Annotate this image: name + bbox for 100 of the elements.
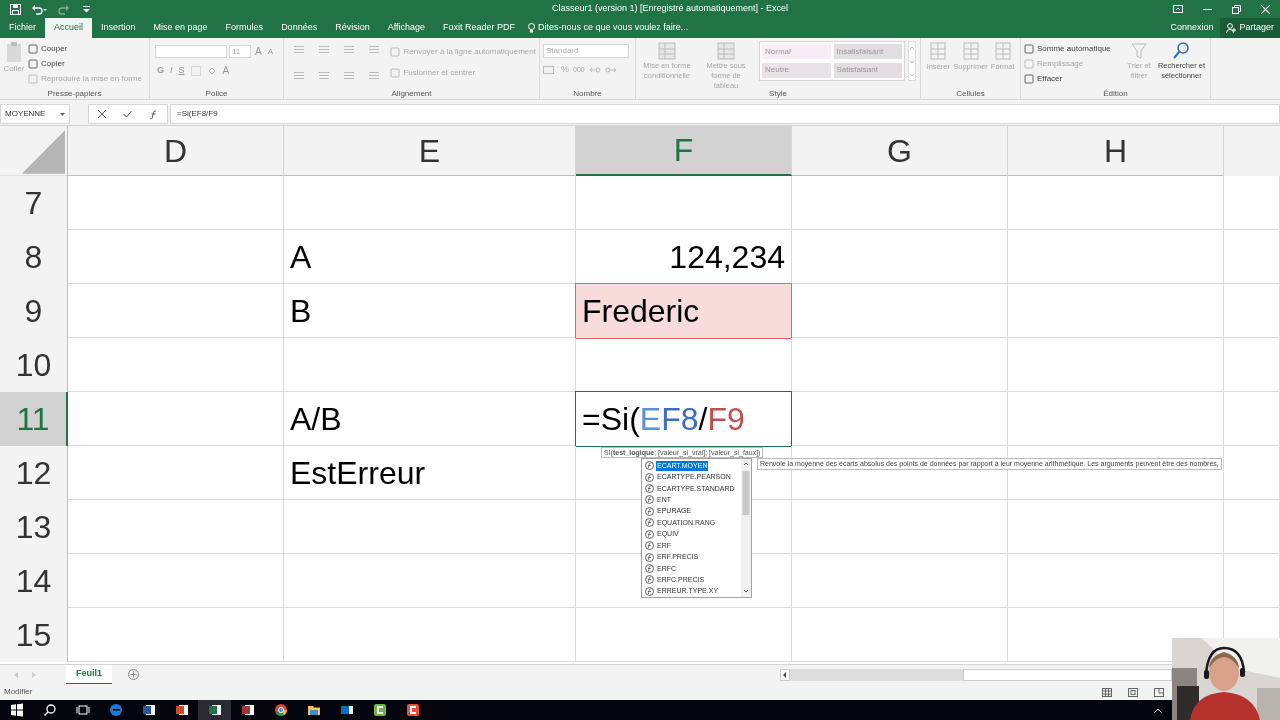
undo-icon[interactable] <box>31 3 47 15</box>
column-header[interactable]: G <box>792 126 1008 176</box>
tell-me-field[interactable]: Dites-nous ce que vous voulez faire... <box>538 21 689 35</box>
page-break-view-icon[interactable] <box>1154 687 1164 697</box>
group-label: Presse-papiers <box>46 88 103 100</box>
ribbon-tab[interactable]: Formules <box>216 18 273 38</box>
function-icon <box>645 541 654 551</box>
chrome-icon[interactable] <box>273 703 288 717</box>
orientation-icon[interactable] <box>368 45 381 54</box>
database-app-icon[interactable] <box>240 703 255 717</box>
gallery-scroll-icon[interactable] <box>908 41 916 81</box>
formula-field[interactable]: =Si(EF8/F9 <box>170 104 1280 124</box>
row-header[interactable]: 14 <box>0 554 68 608</box>
row-header[interactable]: 8 <box>0 230 68 284</box>
function-icon <box>645 586 654 596</box>
align-left-icon[interactable] <box>293 70 305 80</box>
dropdown-icon[interactable] <box>60 112 65 116</box>
cancel-icon[interactable] <box>97 110 106 118</box>
decrease-decimal-icon[interactable] <box>604 64 617 75</box>
ribbon-command[interactable]: Effacer <box>1024 71 1123 86</box>
row-header[interactable]: 7 <box>0 176 68 230</box>
function-icon <box>645 484 654 494</box>
close-icon[interactable] <box>1261 4 1270 14</box>
currency-icon[interactable] <box>543 64 557 75</box>
insert-function-icon[interactable] <box>148 109 159 119</box>
function-icon <box>645 461 654 471</box>
ribbon-tab[interactable]: Insertion <box>92 18 145 38</box>
function-icon <box>645 575 654 585</box>
group-label: Cellules <box>955 88 986 100</box>
browser-icon[interactable] <box>108 703 123 717</box>
align-right-icon[interactable] <box>343 70 356 80</box>
align-middle-icon[interactable] <box>318 45 331 54</box>
row-header[interactable]: 15 <box>0 608 68 662</box>
align-bottom-icon[interactable] <box>343 45 356 54</box>
table-cell-text: A/B <box>289 400 343 439</box>
delete-cells-icon <box>961 41 980 61</box>
select-all-icon[interactable] <box>0 126 68 176</box>
increase-decimal-icon[interactable] <box>588 64 601 75</box>
function-icon <box>645 506 654 516</box>
folder-icon[interactable] <box>306 703 321 717</box>
table-cell-text: A <box>289 238 313 277</box>
clipboard-icon <box>5 41 23 63</box>
restore-icon[interactable] <box>1232 4 1241 14</box>
table-cell-text: 124,234 <box>668 238 786 277</box>
row-header[interactable]: 12 <box>0 446 68 500</box>
capture-app-icon[interactable] <box>405 703 420 717</box>
name-box[interactable]: MOYENNE <box>0 104 70 124</box>
ribbon-tab[interactable]: Accueil <box>45 18 93 38</box>
enter-icon[interactable] <box>122 110 132 118</box>
row-header[interactable]: 11 <box>0 392 68 446</box>
ribbon-command[interactable]: Copier <box>28 56 142 71</box>
mail-app-icon[interactable] <box>339 703 354 717</box>
group-label: Police <box>204 88 229 100</box>
presentation-app-icon[interactable] <box>174 703 189 717</box>
search-icon <box>1172 41 1191 61</box>
align-top-icon[interactable] <box>293 45 305 54</box>
chevron-up-icon[interactable] <box>1154 707 1162 713</box>
ribbon-tab[interactable]: Données <box>272 18 327 38</box>
ribbon-display-icon[interactable] <box>1173 5 1183 13</box>
customize-toolbar-icon[interactable] <box>83 5 90 13</box>
group-label: Nombre <box>572 88 603 100</box>
normal-view-icon[interactable] <box>1102 687 1112 697</box>
ribbon-tab[interactable]: Foxit Reader PDF <box>434 18 525 38</box>
column-header[interactable]: F <box>576 126 792 176</box>
group-label: Style <box>768 88 788 100</box>
scrollbar-icon[interactable] <box>741 459 751 597</box>
ribbon-tab[interactable]: Affichage <box>378 18 435 38</box>
page-layout-view-icon[interactable] <box>1128 687 1138 697</box>
ribbon-tab[interactable]: Fichier <box>0 18 45 38</box>
table-cell: Frederic <box>575 283 792 339</box>
share-button[interactable]: Partager <box>1220 18 1280 38</box>
ribbon-command[interactable]: Somme automatique <box>1024 41 1123 56</box>
search-icon[interactable] <box>42 703 57 717</box>
ribbon-tab[interactable]: Mise en page <box>144 18 217 38</box>
sheet-tab[interactable]: Feuil1 <box>66 664 112 685</box>
document-app-icon[interactable] <box>141 703 156 717</box>
cell-editor[interactable]: =Si(EF8/F9 <box>575 391 792 447</box>
column-header[interactable]: D <box>68 126 284 176</box>
windows-start-icon[interactable] <box>9 703 24 717</box>
save-icon[interactable] <box>10 3 21 15</box>
group-label: Alignement <box>390 88 433 100</box>
task-view-icon[interactable] <box>75 703 90 717</box>
row-header[interactable]: 10 <box>0 338 68 392</box>
row-header[interactable]: 13 <box>0 500 68 554</box>
function-icon <box>645 552 654 562</box>
font-name-field[interactable] <box>155 45 227 58</box>
sign-in-link[interactable]: Connexion <box>1163 18 1221 38</box>
bracket-app-icon[interactable] <box>372 703 387 717</box>
person-icon <box>1226 23 1237 33</box>
ribbon-command[interactable]: Couper <box>28 41 142 56</box>
scroll-left-button-icon[interactable] <box>780 668 790 681</box>
horizontal-scrollbar[interactable] <box>790 668 1172 681</box>
spreadsheet-app-icon[interactable] <box>207 703 222 717</box>
scroll-thumb[interactable] <box>963 668 1172 681</box>
align-center-icon[interactable] <box>318 70 331 80</box>
add-sheet-icon[interactable] <box>128 669 139 680</box>
row-header[interactable]: 9 <box>0 284 68 338</box>
indent-icon[interactable] <box>368 70 381 80</box>
ribbon-tab[interactable]: Révision <box>326 18 379 38</box>
fill-bucket-icon[interactable] <box>206 65 217 76</box>
